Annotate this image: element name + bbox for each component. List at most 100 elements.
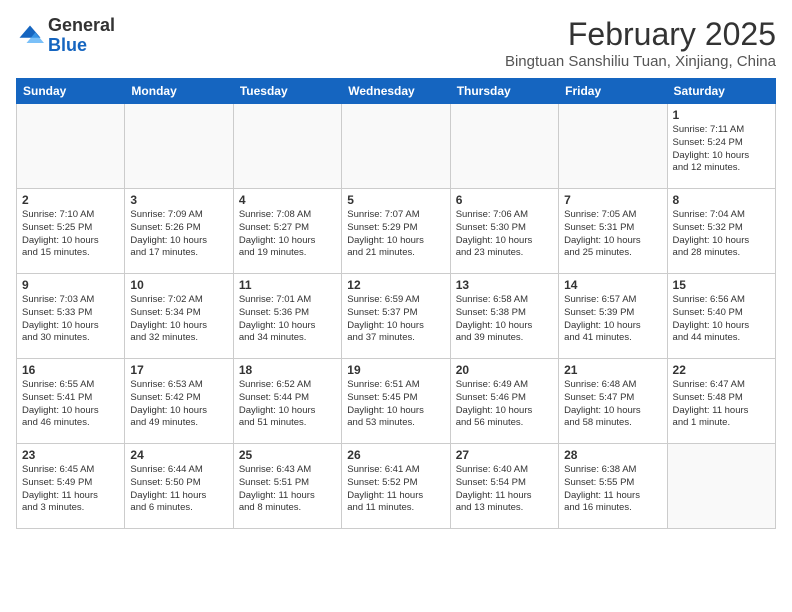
day-info: Sunrise: 6:38 AM Sunset: 5:55 PM Dayligh… — [564, 464, 661, 515]
day-number: 23 — [22, 448, 119, 462]
logo: General Blue — [16, 16, 115, 56]
day-number: 9 — [22, 278, 119, 292]
calendar-cell: 10 Sunrise: 7:02 AM Sunset: 5:34 PM Dayli… — [125, 274, 233, 359]
day-number: 25 — [239, 448, 336, 462]
calendar-cell: 26Sunrise: 6:41 AM Sunset: 5:52 PM Dayli… — [342, 444, 450, 529]
day-number: 28 — [564, 448, 661, 462]
calendar-cell: 4 Sunrise: 7:08 AM Sunset: 5:27 PM Daylig… — [233, 189, 341, 274]
day-info: Sunrise: 6:57 AM Sunset: 5:39 PM Dayligh… — [564, 294, 661, 345]
weekday-header-saturday: Saturday — [667, 79, 775, 104]
logo-text: General Blue — [48, 16, 115, 56]
calendar-cell: 6Sunrise: 7:06 AM Sunset: 5:30 PM Daylig… — [450, 189, 558, 274]
location-subtitle: Bingtuan Sanshiliu Tuan, Xinjiang, China — [505, 53, 776, 70]
day-number: 16 — [22, 363, 119, 377]
day-number: 8 — [673, 193, 770, 207]
day-info: Sunrise: 7:11 AM Sunset: 5:24 PM Dayligh… — [673, 124, 770, 175]
logo-icon — [16, 22, 44, 50]
weekday-header-thursday: Thursday — [450, 79, 558, 104]
weekday-header-wednesday: Wednesday — [342, 79, 450, 104]
day-number: 11 — [239, 278, 336, 292]
day-info: Sunrise: 7:10 AM Sunset: 5:25 PM Dayligh… — [22, 209, 119, 260]
day-number: 26 — [347, 448, 444, 462]
calendar-cell: 2 Sunrise: 7:10 AM Sunset: 5:25 PM Daylig… — [17, 189, 125, 274]
calendar-cell: 20 Sunrise: 6:49 AM Sunset: 5:46 PM Dayli… — [450, 359, 558, 444]
day-number: 13 — [456, 278, 553, 292]
day-info: Sunrise: 6:56 AM Sunset: 5:40 PM Dayligh… — [673, 294, 770, 345]
day-number: 10 — [130, 278, 227, 292]
calendar-cell: 7 Sunrise: 7:05 AM Sunset: 5:31 PM Daylig… — [559, 189, 667, 274]
calendar-cell: 23Sunrise: 6:45 AM Sunset: 5:49 PM Dayli… — [17, 444, 125, 529]
calendar-cell: 8 Sunrise: 7:04 AM Sunset: 5:32 PM Daylig… — [667, 189, 775, 274]
day-number: 7 — [564, 193, 661, 207]
calendar-cell: 19Sunrise: 6:51 AM Sunset: 5:45 PM Dayli… — [342, 359, 450, 444]
week-row-3: 9 Sunrise: 7:03 AM Sunset: 5:33 PM Daylig… — [17, 274, 776, 359]
calendar-cell: 21Sunrise: 6:48 AM Sunset: 5:47 PM Dayli… — [559, 359, 667, 444]
calendar-cell: 14 Sunrise: 6:57 AM Sunset: 5:39 PM Dayli… — [559, 274, 667, 359]
calendar-cell: 15 Sunrise: 6:56 AM Sunset: 5:40 PM Dayli… — [667, 274, 775, 359]
calendar-cell: 17 Sunrise: 6:53 AM Sunset: 5:42 PM Dayli… — [125, 359, 233, 444]
day-number: 17 — [130, 363, 227, 377]
calendar-cell: 5 Sunrise: 7:07 AM Sunset: 5:29 PM Daylig… — [342, 189, 450, 274]
week-row-2: 2 Sunrise: 7:10 AM Sunset: 5:25 PM Daylig… — [17, 189, 776, 274]
calendar-cell — [342, 104, 450, 189]
day-number: 14 — [564, 278, 661, 292]
day-info: Sunrise: 7:01 AM Sunset: 5:36 PM Dayligh… — [239, 294, 336, 345]
day-info: Sunrise: 6:53 AM Sunset: 5:42 PM Dayligh… — [130, 379, 227, 430]
day-info: Sunrise: 6:58 AM Sunset: 5:38 PM Dayligh… — [456, 294, 553, 345]
day-number: 4 — [239, 193, 336, 207]
week-row-4: 16 Sunrise: 6:55 AM Sunset: 5:41 PM Dayli… — [17, 359, 776, 444]
calendar-cell — [17, 104, 125, 189]
calendar-cell: 18 Sunrise: 6:52 AM Sunset: 5:44 PM Dayli… — [233, 359, 341, 444]
weekday-header-row: SundayMondayTuesdayWednesdayThursdayFrid… — [17, 79, 776, 104]
calendar-cell: 22 Sunrise: 6:47 AM Sunset: 5:48 PM Dayli… — [667, 359, 775, 444]
weekday-header-sunday: Sunday — [17, 79, 125, 104]
day-number: 27 — [456, 448, 553, 462]
logo-general: General — [48, 15, 115, 35]
day-number: 6 — [456, 193, 553, 207]
day-number: 18 — [239, 363, 336, 377]
day-info: Sunrise: 7:07 AM Sunset: 5:29 PM Dayligh… — [347, 209, 444, 260]
day-number: 1 — [673, 108, 770, 122]
day-info: Sunrise: 6:40 AM Sunset: 5:54 PM Dayligh… — [456, 464, 553, 515]
day-number: 19 — [347, 363, 444, 377]
day-info: Sunrise: 6:44 AM Sunset: 5:50 PM Dayligh… — [130, 464, 227, 515]
day-info: Sunrise: 6:48 AM Sunset: 5:47 PM Dayligh… — [564, 379, 661, 430]
day-info: Sunrise: 7:05 AM Sunset: 5:31 PM Dayligh… — [564, 209, 661, 260]
logo-blue: Blue — [48, 35, 87, 55]
weekday-header-tuesday: Tuesday — [233, 79, 341, 104]
calendar-cell: 12Sunrise: 6:59 AM Sunset: 5:37 PM Dayli… — [342, 274, 450, 359]
day-info: Sunrise: 7:02 AM Sunset: 5:34 PM Dayligh… — [130, 294, 227, 345]
calendar-cell — [125, 104, 233, 189]
calendar-cell: 3 Sunrise: 7:09 AM Sunset: 5:26 PM Daylig… — [125, 189, 233, 274]
day-number: 15 — [673, 278, 770, 292]
calendar-cell — [667, 444, 775, 529]
day-info: Sunrise: 7:08 AM Sunset: 5:27 PM Dayligh… — [239, 209, 336, 260]
day-number: 20 — [456, 363, 553, 377]
day-number: 2 — [22, 193, 119, 207]
day-number: 24 — [130, 448, 227, 462]
calendar-cell: 16 Sunrise: 6:55 AM Sunset: 5:41 PM Dayli… — [17, 359, 125, 444]
title-section: February 2025 Bingtuan Sanshiliu Tuan, X… — [505, 16, 776, 70]
day-number: 3 — [130, 193, 227, 207]
day-info: Sunrise: 6:43 AM Sunset: 5:51 PM Dayligh… — [239, 464, 336, 515]
calendar-cell — [450, 104, 558, 189]
day-info: Sunrise: 6:55 AM Sunset: 5:41 PM Dayligh… — [22, 379, 119, 430]
day-number: 12 — [347, 278, 444, 292]
calendar-cell: 9 Sunrise: 7:03 AM Sunset: 5:33 PM Daylig… — [17, 274, 125, 359]
day-info: Sunrise: 6:49 AM Sunset: 5:46 PM Dayligh… — [456, 379, 553, 430]
day-info: Sunrise: 7:04 AM Sunset: 5:32 PM Dayligh… — [673, 209, 770, 260]
day-number: 5 — [347, 193, 444, 207]
day-info: Sunrise: 6:47 AM Sunset: 5:48 PM Dayligh… — [673, 379, 770, 430]
week-row-5: 23Sunrise: 6:45 AM Sunset: 5:49 PM Dayli… — [17, 444, 776, 529]
day-info: Sunrise: 6:52 AM Sunset: 5:44 PM Dayligh… — [239, 379, 336, 430]
week-row-1: 1 Sunrise: 7:11 AM Sunset: 5:24 PM Daylig… — [17, 104, 776, 189]
calendar-cell — [559, 104, 667, 189]
day-info: Sunrise: 7:09 AM Sunset: 5:26 PM Dayligh… — [130, 209, 227, 260]
day-number: 22 — [673, 363, 770, 377]
day-info: Sunrise: 7:03 AM Sunset: 5:33 PM Dayligh… — [22, 294, 119, 345]
month-title: February 2025 — [505, 16, 776, 53]
calendar-cell: 27 Sunrise: 6:40 AM Sunset: 5:54 PM Dayli… — [450, 444, 558, 529]
calendar-cell: 25 Sunrise: 6:43 AM Sunset: 5:51 PM Dayli… — [233, 444, 341, 529]
calendar-cell — [233, 104, 341, 189]
calendar-cell: 13 Sunrise: 6:58 AM Sunset: 5:38 PM Dayli… — [450, 274, 558, 359]
